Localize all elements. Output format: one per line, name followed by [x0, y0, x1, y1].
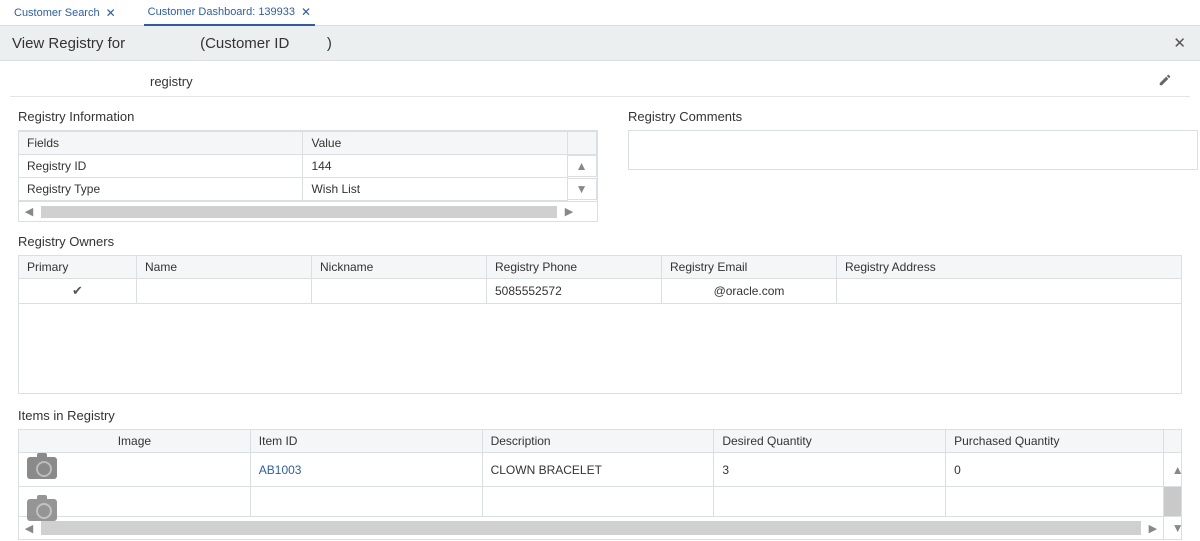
pencil-icon — [1158, 73, 1172, 87]
panel-header: View Registry for (Customer ID ) ✕ — [0, 26, 1200, 61]
cell-item-id — [250, 487, 482, 517]
scroll-left-button[interactable]: ◀ — [19, 205, 39, 218]
tab-customer-search[interactable]: Customer Search ✕ — [10, 0, 120, 25]
registry-info-title: Registry Information — [18, 109, 598, 124]
tab-customer-dashboard[interactable]: Customer Dashboard: 139933 ✕ — [144, 1, 315, 26]
panel-title: View Registry for (Customer ID ) — [12, 35, 332, 52]
col-description: Description — [482, 430, 714, 453]
edit-button[interactable] — [1158, 73, 1172, 90]
cell-image — [19, 487, 251, 517]
scroll-track[interactable] — [41, 521, 1141, 535]
table-row[interactable] — [19, 487, 1182, 517]
scrollbar-row: ◀ ▶ ▼ — [19, 517, 1182, 540]
col-spinner — [567, 132, 596, 155]
header-customer-id-label: (Customer ID — [200, 35, 289, 52]
cell-description: CLOWN BRACELET — [482, 453, 714, 487]
cell-name — [137, 279, 312, 304]
header-prefix: View Registry for — [12, 35, 125, 52]
cell-field: Registry Type — [19, 178, 303, 201]
table-header-row: Image Item ID Description Desired Quanti… — [19, 430, 1182, 453]
check-icon: ✔ — [72, 283, 83, 298]
registry-name: registry — [150, 74, 193, 89]
item-id-link[interactable]: AB1003 — [259, 463, 302, 477]
items-title: Items in Registry — [18, 408, 1182, 423]
col-purchased-qty: Purchased Quantity — [946, 430, 1164, 453]
close-icon[interactable]: ✕ — [1173, 34, 1186, 52]
col-image: Image — [19, 430, 251, 453]
col-primary: Primary — [19, 256, 137, 279]
camera-icon — [27, 457, 57, 479]
cell-desired-qty: 3 — [714, 453, 946, 487]
col-phone: Registry Phone — [487, 256, 662, 279]
tab-label: Customer Dashboard: 139933 — [148, 6, 295, 18]
close-icon[interactable]: ✕ — [301, 6, 311, 18]
scroll-down-button[interactable]: ▼ — [1163, 517, 1181, 540]
scroll-left-button[interactable]: ◀ — [19, 522, 39, 535]
registry-comments-title: Registry Comments — [628, 109, 1198, 124]
table-row[interactable]: AB1003 CLOWN BRACELET 3 0 ▲ — [19, 453, 1182, 487]
horizontal-scrollbar[interactable]: ◀ ▶ — [19, 518, 1163, 538]
scroll-up-button[interactable]: ▲ — [568, 155, 597, 177]
col-item-id: Item ID — [250, 430, 482, 453]
cell-purchased-qty: 0 — [946, 453, 1164, 487]
cell-email: @oracle.com — [662, 279, 837, 304]
cell-purchased-qty — [946, 487, 1164, 517]
col-value: Value — [303, 132, 567, 155]
table-row: Registry Type Wish List ▼ — [19, 178, 597, 201]
cell-item-id: AB1003 — [250, 453, 482, 487]
items-table: Image Item ID Description Desired Quanti… — [18, 429, 1182, 540]
header-paren-close: ) — [327, 35, 332, 52]
cell-nickname — [312, 279, 487, 304]
cell-value: 144 — [303, 155, 567, 178]
owners-table: Primary Name Nickname Registry Phone Reg… — [18, 255, 1182, 304]
horizontal-scrollbar[interactable]: ◀ ▶ — [19, 201, 597, 221]
cell-value: Wish List — [303, 178, 567, 201]
cell-primary: ✔ — [19, 279, 137, 304]
col-address: Registry Address — [837, 256, 1182, 279]
registry-comments-box[interactable] — [628, 130, 1198, 170]
col-email: Registry Email — [662, 256, 837, 279]
cell-phone: 5085552572 — [487, 279, 662, 304]
scroll-up-button[interactable]: ▲ — [1163, 453, 1181, 487]
scroll-thumb[interactable] — [1163, 487, 1181, 517]
table-header-row: Primary Name Nickname Registry Phone Reg… — [19, 256, 1182, 279]
col-spinner — [1163, 430, 1181, 453]
table-row: Registry ID 144 ▲ — [19, 155, 597, 178]
col-desired-qty: Desired Quantity — [714, 430, 946, 453]
cell-description — [482, 487, 714, 517]
scroll-down-button[interactable]: ▼ — [568, 178, 597, 200]
close-icon[interactable]: ✕ — [106, 7, 116, 19]
col-name: Name — [137, 256, 312, 279]
scroll-track[interactable] — [41, 206, 557, 218]
registry-info-table: Fields Value Registry ID 144 ▲ Registry … — [18, 130, 598, 222]
registry-owners-title: Registry Owners — [18, 234, 1182, 249]
owners-empty-area — [18, 304, 1182, 394]
scroll-right-button[interactable]: ▶ — [1143, 522, 1163, 535]
scroll-right-button[interactable]: ▶ — [559, 205, 579, 218]
cell-address — [837, 279, 1182, 304]
camera-icon — [27, 499, 57, 521]
tab-label: Customer Search — [14, 7, 100, 19]
cell-image — [19, 453, 251, 487]
cell-desired-qty — [714, 487, 946, 517]
tab-bar: Customer Search ✕ Customer Dashboard: 13… — [0, 0, 1200, 26]
col-fields: Fields — [19, 132, 303, 155]
col-nickname: Nickname — [312, 256, 487, 279]
registry-owners-section: Registry Owners Primary Name Nickname Re… — [18, 234, 1182, 394]
table-row[interactable]: ✔ 5085552572 @oracle.com — [19, 279, 1182, 304]
items-section: Items in Registry Image Item ID Descript… — [18, 408, 1182, 540]
table-header-row: Fields Value — [19, 132, 597, 155]
subheader: registry — [10, 61, 1190, 97]
cell-field: Registry ID — [19, 155, 303, 178]
